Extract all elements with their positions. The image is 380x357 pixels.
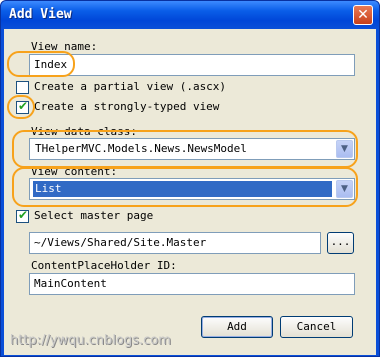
watermark: http://ywqu.cnblogs.com [10, 333, 171, 348]
view-data-class-value: THelperMVC.Models.News.NewsModel [35, 142, 247, 155]
check-icon: ✔ [18, 99, 29, 113]
placeholder-id-label: ContentPlaceHolder ID: [31, 259, 177, 272]
add-view-dialog: Add View ✕ View name: Index Create a par… [0, 0, 380, 357]
partial-view-checkbox[interactable] [16, 81, 29, 94]
strongly-typed-checkbox[interactable]: ✔ [16, 99, 29, 114]
partial-view-label: Create a partial view (.ascx) [34, 80, 227, 93]
chevron-down-icon[interactable]: ▼ [336, 140, 353, 158]
dialog-body: View name: Index Create a partial view (… [4, 29, 376, 355]
cancel-button[interactable]: Cancel [280, 316, 353, 338]
view-name-input[interactable]: Index [29, 54, 355, 76]
check-icon: ✔ [18, 208, 29, 222]
add-button[interactable]: Add [201, 316, 273, 338]
close-button[interactable]: ✕ [353, 5, 373, 25]
view-data-class-label: View data class: [31, 125, 137, 138]
placeholder-id-input[interactable]: MainContent [29, 273, 355, 295]
view-content-value: List [33, 181, 332, 197]
strongly-typed-label: Create a strongly-typed view [34, 100, 220, 113]
view-name-label: View name: [31, 40, 98, 53]
view-content-select[interactable]: List ▼ [29, 178, 355, 200]
chevron-down-icon[interactable]: ▼ [336, 180, 353, 198]
view-content-label: View content: [31, 165, 118, 178]
title-bar[interactable]: Add View ✕ [1, 1, 379, 29]
dialog-title: Add View [9, 7, 72, 22]
close-icon: ✕ [357, 7, 369, 23]
master-page-label: Select master page [34, 209, 154, 222]
view-data-class-select[interactable]: THelperMVC.Models.News.NewsModel ▼ [29, 138, 355, 160]
master-page-input[interactable]: ~/Views/Shared/Site.Master [29, 232, 321, 254]
browse-button[interactable]: ... [327, 232, 354, 254]
master-page-checkbox[interactable]: ✔ [16, 208, 29, 223]
